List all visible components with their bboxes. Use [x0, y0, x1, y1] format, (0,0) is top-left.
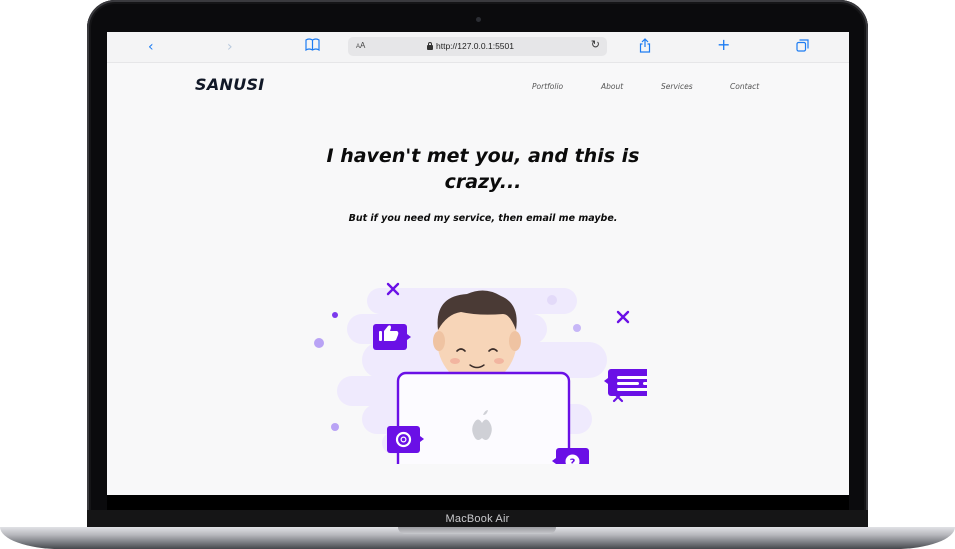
reload-icon[interactable]: ↻ — [591, 38, 600, 51]
hero-illustration: ? — [314, 282, 647, 464]
text-size-button[interactable]: AAAA — [356, 41, 365, 50]
forward-icon[interactable]: › — [227, 39, 233, 55]
laptop-chin — [107, 495, 849, 510]
browser-toolbar: ‹ › AAAA http://127.0.0.1:5501 ↻ + — [107, 32, 849, 63]
bookmarks-icon[interactable] — [305, 38, 320, 55]
nav-contact[interactable]: Contact — [730, 82, 759, 91]
new-tab-icon[interactable]: + — [717, 37, 730, 53]
back-icon[interactable]: ‹ — [148, 39, 154, 55]
svg-text:?: ? — [570, 458, 576, 465]
model-label: MacBook Air — [445, 513, 510, 525]
support-bubble — [387, 426, 424, 453]
browser-screen: ‹ › AAAA http://127.0.0.1:5501 ↻ + SANUS… — [107, 32, 849, 495]
hero-title: I haven't met you, and this is crazy... — [326, 145, 640, 193]
nav-portfolio[interactable]: Portfolio — [532, 82, 563, 91]
url-text: http://127.0.0.1:5501 — [436, 41, 514, 51]
hero-subtitle: But if you need my service, then email m… — [348, 213, 618, 224]
tabs-icon[interactable] — [796, 39, 809, 56]
brand-logo[interactable]: SANUSI — [195, 75, 265, 94]
laptop-notch — [398, 527, 556, 534]
nav-services[interactable]: Services — [661, 82, 693, 91]
address-bar[interactable]: AAAA http://127.0.0.1:5501 ↻ — [348, 37, 607, 56]
camera-icon — [476, 17, 481, 22]
question-bubble: ? — [552, 448, 589, 464]
laptop-illustration — [396, 371, 571, 464]
chat-lines-bubble — [604, 369, 647, 396]
nav-about[interactable]: About — [601, 82, 623, 91]
lock-icon — [427, 41, 433, 50]
share-icon[interactable] — [639, 38, 651, 57]
